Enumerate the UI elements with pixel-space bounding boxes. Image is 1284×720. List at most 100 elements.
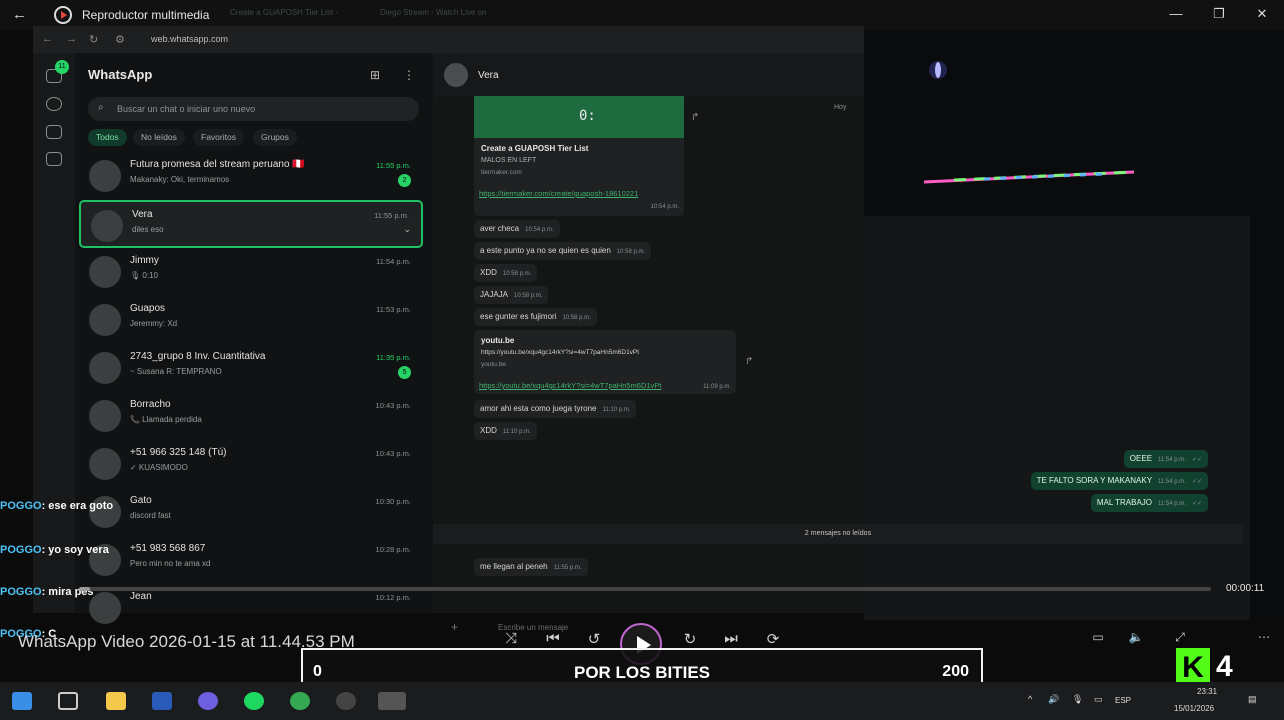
message-text: amor ahi esta como juega tyrone bbox=[480, 404, 597, 413]
file-explorer-icon[interactable] bbox=[106, 692, 126, 710]
chat-preview: Jeremmy: Xd bbox=[130, 319, 178, 328]
new-chat-icon[interactable]: ⊞ bbox=[370, 68, 384, 82]
chat-preview: ~ Susana R: TEMPRANO bbox=[130, 367, 222, 376]
site-info-icon[interactable]: ⚙ bbox=[115, 33, 125, 46]
score-right: 200 bbox=[942, 663, 969, 680]
chat-row[interactable]: 2743_grupo 8 Inv. Cuantitativa ~ Susana R… bbox=[79, 344, 423, 392]
incoming-message: JAJAJA 10:58 p.m. bbox=[474, 286, 549, 304]
message-time: 11:54 p.m. bbox=[1158, 501, 1186, 507]
whatsapp-rail: 11 bbox=[33, 53, 75, 613]
tiermaker-thumbnail: 0: bbox=[474, 96, 684, 138]
seek-bar[interactable] bbox=[79, 587, 1211, 591]
speaker-icon[interactable]: 🔊 bbox=[1048, 694, 1059, 705]
message-text: OEEE bbox=[1129, 454, 1153, 463]
avatar bbox=[89, 448, 121, 480]
communities-icon[interactable] bbox=[46, 152, 62, 166]
ghost-tab-stream: Diego Stream - Watch Live on bbox=[380, 8, 487, 17]
chrome-icon[interactable] bbox=[290, 692, 310, 710]
chat-name: Futura promesa del stream peruano 🇵🇪 bbox=[130, 159, 305, 170]
windows-start-icon[interactable] bbox=[12, 692, 32, 710]
language-indicator[interactable]: ESP bbox=[1115, 696, 1131, 705]
browser-back-icon[interactable]: ← bbox=[42, 33, 53, 45]
yt-url[interactable]: https://youtu.be/xqu4gc14rkY?si=4wT7paHn… bbox=[479, 381, 661, 390]
score-left: 0 bbox=[313, 663, 322, 680]
chevron-down-icon[interactable]: ⌄ bbox=[403, 224, 411, 235]
chat-row[interactable]: Jimmy 🎙 0:10 11:54 p.m. bbox=[79, 248, 423, 296]
discord-icon[interactable] bbox=[198, 692, 218, 710]
browser-forward-icon[interactable]: → bbox=[66, 33, 77, 45]
link-preview-card[interactable]: 0: Create a GUAPOSH Tier List MALOS EN L… bbox=[474, 96, 684, 216]
chat-row[interactable]: +51 966 325 148 (Tú) ✓ KUASIMODO 10:43 p.m… bbox=[79, 440, 423, 488]
filter-no-leidos[interactable]: No leídos bbox=[133, 129, 185, 146]
word-icon[interactable] bbox=[152, 692, 172, 710]
task-view-icon[interactable] bbox=[58, 692, 78, 710]
link-url[interactable]: https://tiermaker.com/create/guaposh-186… bbox=[479, 189, 638, 198]
chat-row[interactable]: Guapos Jeremmy: Xd 11:53 p.m. bbox=[79, 296, 423, 344]
chat-row[interactable]: Borracho 📞 Llamada perdida 10:43 p.m. bbox=[79, 392, 423, 440]
search-input[interactable]: ⌕ Buscar un chat o iniciar uno nuevo bbox=[88, 97, 419, 121]
youtube-card[interactable]: youtu.be https://youtu.be/xqu4gc14rkY?si… bbox=[474, 330, 736, 394]
message-text: XDD bbox=[480, 268, 497, 277]
tray-chevron-icon[interactable]: ^ bbox=[1028, 694, 1032, 704]
battery-icon[interactable]: ▭ bbox=[1094, 694, 1103, 705]
webcam-scene bbox=[923, 61, 1135, 184]
status-icon[interactable] bbox=[46, 97, 62, 111]
elapsed-time: 00:00:11 bbox=[1226, 583, 1265, 594]
clock-date[interactable]: 15/01/2026 bbox=[1174, 704, 1214, 713]
browser-toolbar: ← → ↻ ⚙ web.whatsapp.com bbox=[33, 26, 864, 53]
rail-unread-badge: 11 bbox=[55, 60, 69, 74]
yt-domain: youtu.be bbox=[481, 361, 506, 368]
address-bar[interactable]: web.whatsapp.com bbox=[151, 34, 228, 44]
chat-name: +51 966 325 148 (Tú) bbox=[130, 447, 227, 458]
unread-badge: 5 bbox=[398, 366, 411, 379]
message-time: 10:58 p.m. bbox=[562, 315, 591, 321]
chat-username: POGGO bbox=[0, 500, 42, 512]
contact-avatar[interactable] bbox=[444, 63, 468, 87]
chat-name: Borracho bbox=[130, 399, 171, 410]
avatar bbox=[89, 256, 121, 288]
forward-icon[interactable]: ↱ bbox=[745, 356, 753, 367]
chat-row[interactable]: Futura promesa del stream peruano 🇵🇪 Maka… bbox=[79, 152, 423, 200]
chat-row[interactable]: +51 983 568 867 Pero min no te ama xd 10:2… bbox=[79, 536, 423, 584]
obs-icon[interactable] bbox=[336, 692, 356, 710]
minimize-icon[interactable]: — bbox=[1166, 6, 1186, 24]
subtitles-icon[interactable]: ▭ bbox=[1086, 630, 1110, 654]
back-arrow-icon[interactable]: ← bbox=[12, 6, 32, 24]
mic-icon[interactable]: 🎙 bbox=[1072, 694, 1083, 705]
chat-text: : ese era goto bbox=[41, 500, 114, 512]
avatar bbox=[89, 160, 121, 192]
filter-todos[interactable]: Todos bbox=[88, 129, 127, 146]
stream-chat-line: POGGO: yo soy vera bbox=[0, 544, 109, 564]
message-text: JAJAJA bbox=[480, 290, 509, 299]
restore-icon[interactable]: ❐ bbox=[1209, 6, 1229, 24]
message-time: 11:10 p.m. bbox=[602, 407, 631, 413]
menu-icon[interactable]: ⋮ bbox=[403, 68, 417, 82]
reload-icon[interactable]: ↻ bbox=[89, 33, 98, 46]
volume-icon[interactable]: 🔈 bbox=[1124, 630, 1148, 654]
message-time: 11:54 p.m. bbox=[1158, 479, 1186, 485]
filter-favoritos[interactable]: Favoritos bbox=[193, 129, 244, 146]
close-icon[interactable]: ✕ bbox=[1252, 6, 1272, 24]
last-incoming-message: me llegan al peneh 11:55 p.m. bbox=[474, 558, 588, 576]
chat-time: 11:55 p.m. bbox=[376, 161, 411, 170]
score-title: POR LOS BITIES bbox=[573, 663, 711, 682]
media-player-taskbar-icon[interactable] bbox=[378, 692, 406, 710]
chat-row[interactable]: Jean 10:12 p.m. bbox=[79, 584, 423, 632]
chat-row[interactable]: Gato discord fast 10:30 p.m. bbox=[79, 488, 423, 536]
filter-grupos[interactable]: Grupos bbox=[253, 129, 297, 146]
spotify-icon[interactable] bbox=[244, 692, 264, 710]
chat-time: 10:12 p.m. bbox=[375, 593, 411, 602]
chat-preview: Makanaky: Oki, terminamos bbox=[130, 175, 230, 184]
unread-divider-text: 2 mensajes no leídos bbox=[804, 530, 872, 537]
attach-plus-icon[interactable]: + bbox=[451, 620, 458, 634]
incoming-message: a este punto ya no se quien es quien 10:5… bbox=[474, 242, 652, 260]
conversation-header[interactable]: Vera bbox=[433, 53, 864, 97]
forward-icon[interactable]: ↱ bbox=[691, 112, 699, 123]
channels-icon[interactable] bbox=[46, 125, 62, 139]
clock-time[interactable]: 23:31 bbox=[1197, 687, 1217, 696]
chat-time: 10:43 p.m. bbox=[375, 449, 411, 458]
chat-row[interactable]: Vera diles eso 11:55 p.m. ⌄ bbox=[79, 200, 423, 248]
notifications-icon[interactable]: ▤ bbox=[1248, 694, 1257, 705]
more-icon[interactable]: ⋯ bbox=[1252, 630, 1276, 654]
message-text: aver checa bbox=[480, 224, 520, 233]
